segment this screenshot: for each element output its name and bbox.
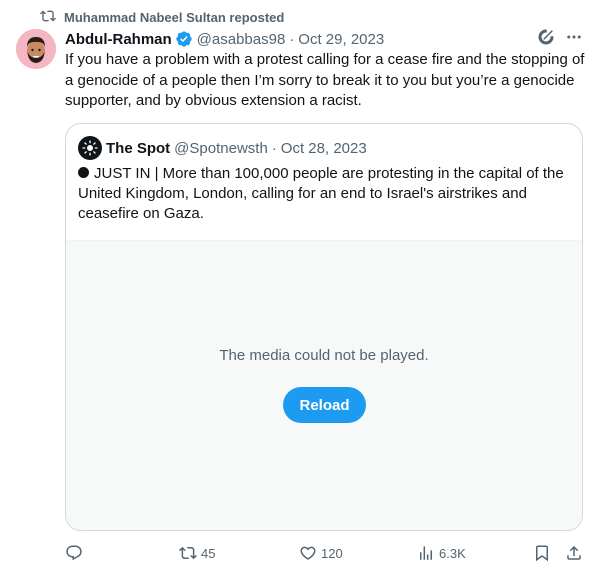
author-handle[interactable]: @asabbas98: [197, 31, 286, 48]
quote-author-name: The Spot: [106, 139, 171, 157]
repost-indicator[interactable]: Muhammad Nabeel Sultan reposted: [40, 8, 284, 26]
views-count: 6.3K: [439, 545, 466, 561]
heart-icon: [300, 546, 316, 560]
quote-text-block: JUST IN | More than 100,000 people are p…: [78, 164, 570, 224]
quote-author-handle: @Spotnewsth: [174, 139, 268, 157]
repost-count: 45: [201, 545, 216, 561]
author-name[interactable]: Abdul-Rahman: [65, 31, 172, 48]
quote-date: Oct 28, 2023: [280, 139, 367, 157]
reply-icon: [66, 545, 82, 561]
tweet-text: If you have a problem with a protest cal…: [65, 51, 585, 109]
share-icon: [567, 545, 581, 560]
tweet-date[interactable]: Oct 29, 2023: [298, 31, 384, 48]
repost-action-icon: [179, 546, 197, 560]
like-count: 120: [321, 545, 343, 561]
bookmark-button[interactable]: [533, 541, 551, 565]
quoted-tweet[interactable]: The Spot @Spotnewsth · Oct 28, 2023 JUST…: [65, 123, 583, 531]
verified-badge-icon[interactable]: [175, 30, 193, 48]
tweet-header: Abdul-Rahman @asabbas98 · Oct 29, 2023: [65, 29, 583, 49]
avatar[interactable]: [16, 29, 56, 69]
views-button[interactable]: 6.3K: [417, 541, 466, 565]
grok-icon[interactable]: [537, 28, 555, 50]
share-button[interactable]: [565, 541, 583, 565]
quote-separator-dot: ·: [271, 139, 277, 157]
views-icon: [420, 546, 432, 560]
repost-icon: [40, 8, 56, 27]
quote-text: JUST IN | More than 100,000 people are p…: [78, 165, 564, 222]
quote-header: The Spot @Spotnewsth · Oct 28, 2023: [78, 136, 367, 160]
bookmark-icon: [536, 545, 548, 562]
black-circle-icon: [78, 167, 89, 178]
media-error-message: The media could not be played.: [219, 347, 429, 364]
repost-text: Muhammad Nabeel Sultan reposted: [64, 9, 285, 25]
more-options-icon[interactable]: [565, 28, 583, 50]
avatar-image: [16, 29, 56, 69]
media-container: The media could not be played. Reload: [66, 240, 582, 530]
repost-button[interactable]: 45: [179, 541, 215, 565]
action-bar: 45 120 6.3K: [65, 541, 585, 565]
like-button[interactable]: 120: [299, 541, 343, 565]
separator-dot: ·: [289, 30, 295, 48]
reload-button[interactable]: Reload: [283, 387, 366, 423]
reply-button[interactable]: [65, 541, 87, 565]
sun-logo-icon: [82, 140, 98, 156]
quote-avatar: [78, 136, 102, 160]
